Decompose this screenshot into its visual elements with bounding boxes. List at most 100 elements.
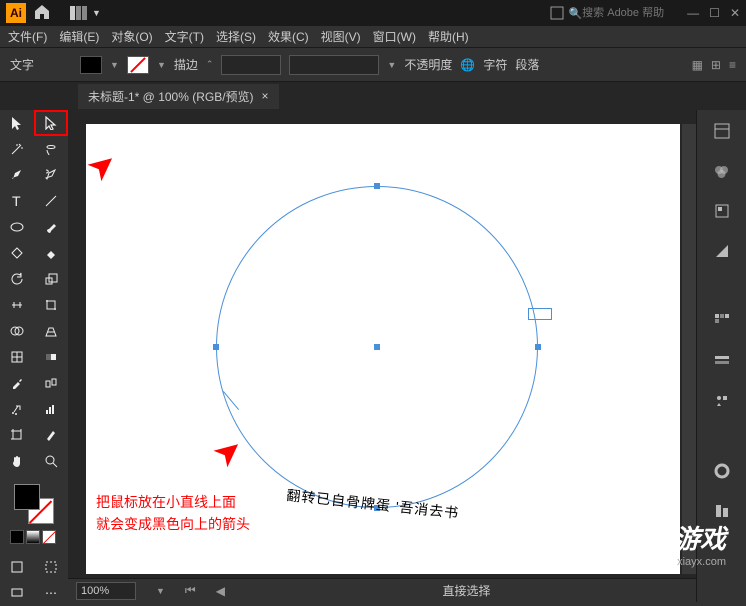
magic-wand-tool[interactable] — [0, 136, 34, 162]
close-icon[interactable]: ✕ — [730, 6, 740, 20]
nav-prev-icon[interactable]: ◀ — [216, 584, 225, 598]
menu-view[interactable]: 视图(V) — [321, 28, 361, 45]
libraries-panel-icon[interactable] — [711, 200, 733, 222]
menu-window[interactable]: 窗口(W) — [373, 28, 416, 45]
color-mode-none[interactable] — [42, 530, 56, 544]
gradient-tool[interactable] — [34, 344, 68, 370]
fill-stroke-swatches[interactable] — [14, 484, 54, 524]
zoom-level-input[interactable] — [76, 582, 136, 600]
eyedropper-tool[interactable] — [0, 370, 34, 396]
properties-panel-icon[interactable] — [711, 120, 733, 142]
symbol-sprayer-tool[interactable] — [0, 396, 34, 422]
width-tool[interactable] — [0, 292, 34, 318]
stroke-label[interactable]: 描边 — [174, 56, 198, 73]
fill-color-swatch[interactable] — [14, 484, 40, 510]
chevron-down-icon[interactable]: ▼ — [156, 586, 165, 596]
color-panel-icon[interactable] — [711, 160, 733, 182]
free-transform-tool[interactable] — [34, 292, 68, 318]
menu-type[interactable]: 文字(T) — [165, 28, 204, 45]
transform-icon[interactable]: ⊞ — [711, 58, 721, 72]
more-options-icon[interactable]: ≡ — [729, 58, 736, 72]
menu-select[interactable]: 选择(S) — [216, 28, 256, 45]
search-box[interactable]: 🔍 — [550, 6, 672, 20]
color-mode-solid[interactable] — [10, 530, 24, 544]
search-icon: 🔍 — [568, 7, 582, 20]
chevron-down-icon[interactable]: ▼ — [387, 60, 396, 70]
graph-tool[interactable] — [34, 396, 68, 422]
draw-normal-icon[interactable] — [0, 554, 34, 580]
brushes-panel-icon[interactable] — [711, 350, 733, 372]
workspace: T — [0, 110, 746, 602]
chevron-down-icon[interactable]: ▼ — [157, 60, 166, 70]
chevron-down-icon[interactable]: ▼ — [110, 60, 119, 70]
opacity-label[interactable]: 不透明度 — [404, 56, 452, 73]
shape-builder-tool[interactable] — [0, 318, 34, 344]
lasso-tool[interactable] — [34, 136, 68, 162]
hand-tool[interactable] — [0, 448, 34, 474]
menu-object[interactable]: 对象(O) — [111, 28, 152, 45]
anchor-point[interactable] — [213, 344, 219, 350]
annotation-text: 就会变成黑色向上的箭头 — [96, 514, 250, 535]
close-tab-icon[interactable]: × — [262, 89, 269, 103]
eraser-tool[interactable] — [34, 240, 68, 266]
character-panel-link[interactable]: 字符 — [483, 56, 507, 73]
type-tool[interactable]: T — [0, 188, 34, 214]
svg-text:T: T — [12, 194, 21, 208]
document-tab-title: 未标题-1* @ 100% (RGB/预览) — [88, 88, 254, 105]
annotation-text: 把鼠标放在小直线上面 — [96, 492, 236, 513]
align-icon[interactable]: ▦ — [692, 58, 703, 72]
stroke-panel-icon[interactable] — [711, 460, 733, 482]
anchor-point[interactable] — [374, 183, 380, 189]
draw-behind-icon[interactable] — [34, 554, 68, 580]
slice-tool[interactable] — [34, 422, 68, 448]
artboard[interactable]: 翻转已自骨牌蛋 '吾消去书 ➤ ➤ 把鼠标放在小直线上面 就会变成黑色向上的箭头 — [86, 124, 680, 574]
search-input[interactable] — [582, 7, 672, 19]
curvature-tool[interactable] — [34, 162, 68, 188]
nav-first-icon[interactable]: ⏮ — [185, 583, 196, 598]
home-icon[interactable] — [34, 4, 50, 23]
annotation-arrow-icon: ➤ — [86, 142, 126, 191]
direct-selection-tool[interactable] — [34, 110, 68, 136]
zoom-tool[interactable] — [34, 448, 68, 474]
minimize-icon[interactable]: — — [687, 6, 699, 20]
menu-help[interactable]: 帮助(H) — [428, 28, 469, 45]
globe-icon[interactable]: 🌐 — [460, 58, 475, 72]
watermark: 侠 游戏 xiayx.com — [641, 519, 726, 568]
document-tab[interactable]: 未标题-1* @ 100% (RGB/预览) × — [78, 84, 279, 109]
selection-tool[interactable] — [0, 110, 34, 136]
menubar: 文件(F) 编辑(E) 对象(O) 文字(T) 选择(S) 效果(C) 视图(V… — [0, 26, 746, 48]
symbols-panel-icon[interactable] — [711, 390, 733, 412]
swatches-panel-icon[interactable] — [711, 310, 733, 332]
vertical-scrollbar[interactable] — [682, 124, 696, 574]
pen-tool[interactable] — [0, 162, 34, 188]
ellipse-tool[interactable] — [0, 214, 34, 240]
artboard-tool[interactable] — [0, 422, 34, 448]
current-tool-label: 直接选择 — [245, 582, 688, 599]
menu-edit[interactable]: 编辑(E) — [59, 28, 99, 45]
perspective-tool[interactable] — [34, 318, 68, 344]
menu-file[interactable]: 文件(F) — [8, 28, 47, 45]
edit-toolbar-icon[interactable]: ⋯ — [34, 580, 68, 606]
center-point[interactable] — [374, 344, 380, 350]
arrange-docs-icon[interactable]: ▼ — [70, 6, 101, 20]
maximize-icon[interactable]: ☐ — [709, 6, 720, 20]
scale-tool[interactable] — [34, 266, 68, 292]
fill-swatch[interactable] — [80, 56, 102, 74]
brush-definition-input[interactable] — [289, 55, 379, 75]
stroke-swatch[interactable] — [127, 56, 149, 74]
paintbrush-tool[interactable] — [34, 214, 68, 240]
blend-tool[interactable] — [34, 370, 68, 396]
shaper-tool[interactable] — [0, 240, 34, 266]
mesh-tool[interactable] — [0, 344, 34, 370]
color-guide-panel-icon[interactable] — [711, 240, 733, 262]
screen-mode-icon[interactable] — [0, 580, 34, 606]
paragraph-panel-link[interactable]: 段落 — [515, 56, 539, 73]
anchor-point[interactable] — [535, 344, 541, 350]
control-bar: 文字 ▼ ▼ 描边 ⌃ ▼ 不透明度 🌐 字符 段落 ▦ ⊞ ≡ — [0, 48, 746, 82]
menu-effect[interactable]: 效果(C) — [268, 28, 309, 45]
rotate-tool[interactable] — [0, 266, 34, 292]
color-mode-gradient[interactable] — [26, 530, 40, 544]
line-tool[interactable] — [34, 188, 68, 214]
path-type-bracket[interactable] — [528, 308, 552, 320]
stroke-weight-input[interactable] — [221, 55, 281, 75]
